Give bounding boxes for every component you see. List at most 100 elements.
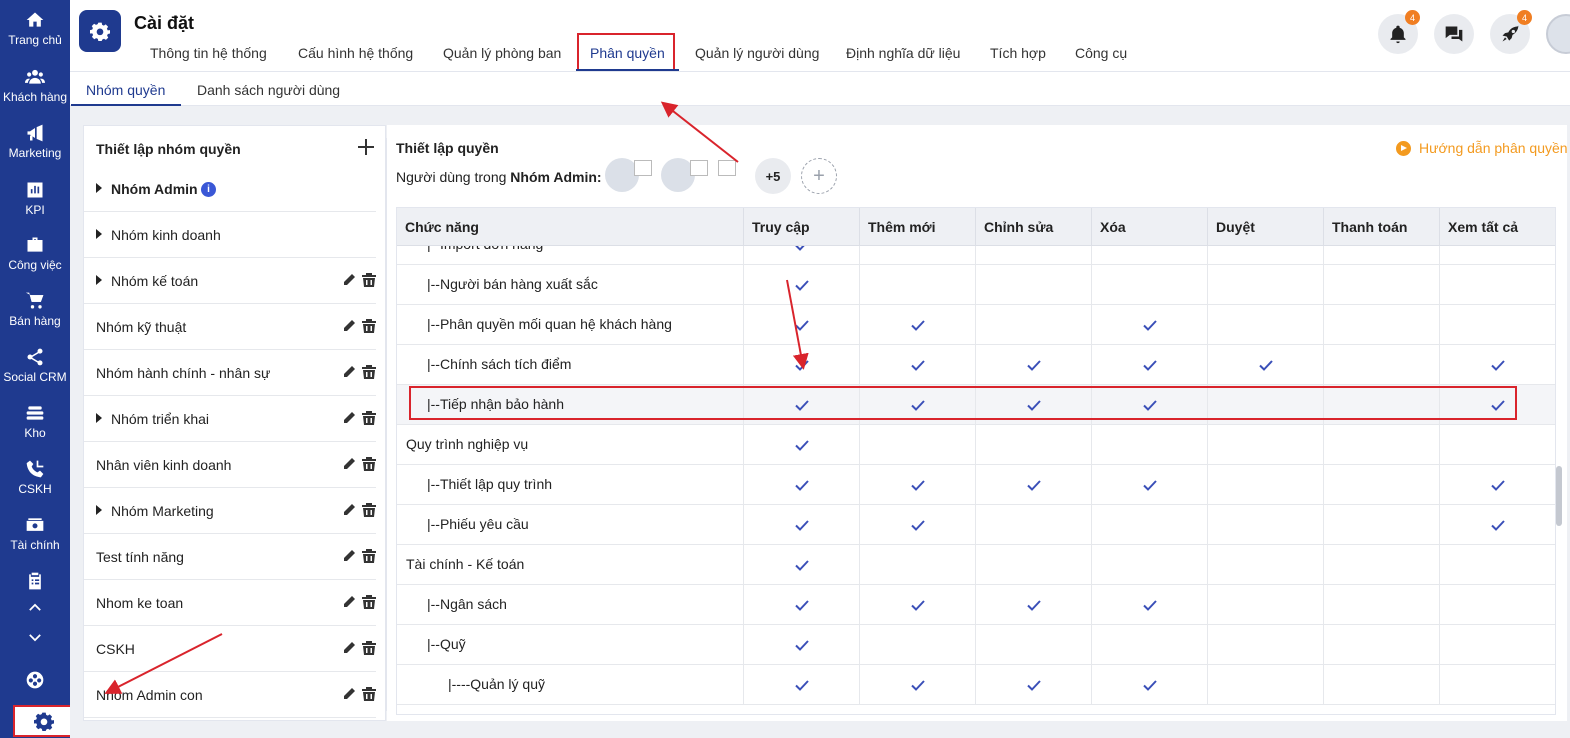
check-icon[interactable] — [1142, 597, 1158, 613]
sidebar-item-support[interactable] — [23, 668, 47, 692]
table-cell[interactable] — [1324, 305, 1440, 345]
table-cell[interactable] — [1208, 665, 1324, 705]
check-icon[interactable] — [794, 597, 810, 613]
check-icon[interactable] — [794, 637, 810, 653]
group-item[interactable]: Nhóm Admin con — [84, 672, 376, 718]
table-cell[interactable] — [860, 246, 976, 265]
caret-right-icon[interactable] — [96, 505, 102, 515]
table-cell[interactable] — [1324, 625, 1440, 665]
table-cell[interactable] — [1208, 505, 1324, 545]
check-icon[interactable] — [794, 246, 810, 253]
table-cell[interactable] — [1208, 246, 1324, 265]
table-cell[interactable] — [860, 425, 976, 465]
group-item[interactable]: Nhóm kinh doanh — [84, 212, 376, 258]
edit-icon[interactable] — [342, 457, 356, 471]
table-cell[interactable] — [1440, 305, 1555, 345]
table-cell[interactable] — [1208, 585, 1324, 625]
table-cell[interactable] — [1092, 425, 1208, 465]
check-icon[interactable] — [1026, 677, 1042, 693]
table-cell[interactable] — [1208, 545, 1324, 585]
check-icon[interactable] — [1490, 477, 1506, 493]
trash-icon[interactable] — [362, 456, 376, 471]
check-icon[interactable] — [1142, 397, 1158, 413]
table-cell[interactable] — [1208, 625, 1324, 665]
table-cell[interactable] — [976, 305, 1092, 345]
sidebar-item-finance[interactable]: Tài chính — [0, 515, 70, 567]
table-cell[interactable] — [860, 265, 976, 305]
group-item[interactable]: CSKH — [84, 626, 376, 672]
tab-users[interactable]: Quản lý người dùng — [695, 45, 819, 61]
subtab-permission-groups[interactable]: Nhóm quyền — [86, 82, 165, 98]
sidebar-item-clipboard[interactable] — [23, 569, 47, 593]
group-item[interactable]: Nhom ke toan — [84, 580, 376, 626]
edit-icon[interactable] — [342, 549, 356, 563]
check-icon[interactable] — [910, 477, 926, 493]
check-icon[interactable] — [1142, 317, 1158, 333]
trash-icon[interactable] — [362, 410, 376, 425]
edit-icon[interactable] — [342, 687, 356, 701]
table-cell[interactable] — [1092, 625, 1208, 665]
table-cell[interactable] — [1324, 385, 1440, 425]
tab-system-config[interactable]: Cấu hình hệ thống — [298, 45, 413, 61]
sidebar-scroll-up[interactable] — [23, 595, 47, 619]
check-icon[interactable] — [1258, 357, 1274, 373]
table-cell[interactable] — [976, 545, 1092, 585]
trash-icon[interactable] — [362, 502, 376, 517]
edit-icon[interactable] — [342, 319, 356, 333]
sidebar-scroll-down[interactable] — [23, 626, 47, 650]
edit-icon[interactable] — [342, 595, 356, 609]
sidebar-item-sales[interactable]: Bán hàng — [0, 291, 70, 343]
check-icon[interactable] — [910, 317, 926, 333]
check-icon[interactable] — [1026, 477, 1042, 493]
trash-icon[interactable] — [362, 272, 376, 287]
group-item[interactable]: Nhóm triển khai — [84, 396, 376, 442]
check-icon[interactable] — [794, 517, 810, 533]
group-item[interactable]: Nhóm kế toán — [84, 258, 376, 304]
check-icon[interactable] — [794, 317, 810, 333]
caret-right-icon[interactable] — [96, 229, 102, 239]
table-cell[interactable] — [1324, 265, 1440, 305]
table-cell[interactable] — [976, 425, 1092, 465]
add-user-button[interactable]: + — [801, 158, 837, 194]
table-cell[interactable] — [1208, 425, 1324, 465]
group-item[interactable]: Test tính năng — [84, 534, 376, 580]
tab-system-info[interactable]: Thông tin hệ thống — [150, 45, 267, 61]
check-icon[interactable] — [1142, 677, 1158, 693]
table-cell[interactable] — [1324, 545, 1440, 585]
trash-icon[interactable] — [362, 318, 376, 333]
check-icon[interactable] — [910, 397, 926, 413]
group-item[interactable]: Nhóm hành chính - nhân sự — [84, 350, 376, 396]
sidebar-item-customers[interactable]: Khách hàng — [0, 67, 70, 119]
table-cell[interactable] — [1324, 585, 1440, 625]
group-item[interactable]: Nhóm kỹ thuật — [84, 304, 376, 350]
table-cell[interactable] — [1440, 585, 1555, 625]
check-icon[interactable] — [910, 597, 926, 613]
table-cell[interactable] — [1324, 425, 1440, 465]
table-cell[interactable] — [860, 625, 976, 665]
edit-icon[interactable] — [342, 503, 356, 517]
check-icon[interactable] — [794, 357, 810, 373]
table-cell[interactable] — [860, 545, 976, 585]
table-cell[interactable] — [1440, 625, 1555, 665]
caret-right-icon[interactable] — [96, 275, 102, 285]
check-icon[interactable] — [1026, 357, 1042, 373]
table-cell[interactable] — [1092, 265, 1208, 305]
group-item[interactable]: Nhóm Marketing — [84, 488, 376, 534]
table-cell[interactable] — [1324, 665, 1440, 705]
check-icon[interactable] — [794, 397, 810, 413]
sidebar-item-kpi[interactable]: KPI — [0, 180, 70, 232]
sidebar-item-marketing[interactable]: Marketing — [0, 123, 70, 175]
table-cell[interactable] — [1324, 345, 1440, 385]
table-cell[interactable] — [1324, 246, 1440, 265]
chat-button[interactable] — [1434, 14, 1474, 54]
table-cell[interactable] — [1208, 385, 1324, 425]
check-icon[interactable] — [794, 477, 810, 493]
sidebar-item-tasks[interactable]: Công việc — [0, 235, 70, 287]
table-cell[interactable] — [1092, 246, 1208, 265]
tab-departments[interactable]: Quản lý phòng ban — [443, 45, 561, 61]
check-icon[interactable] — [794, 557, 810, 573]
check-icon[interactable] — [910, 517, 926, 533]
table-cell[interactable] — [1440, 265, 1555, 305]
tab-integration[interactable]: Tích hợp — [990, 45, 1046, 61]
trash-icon[interactable] — [362, 686, 376, 701]
